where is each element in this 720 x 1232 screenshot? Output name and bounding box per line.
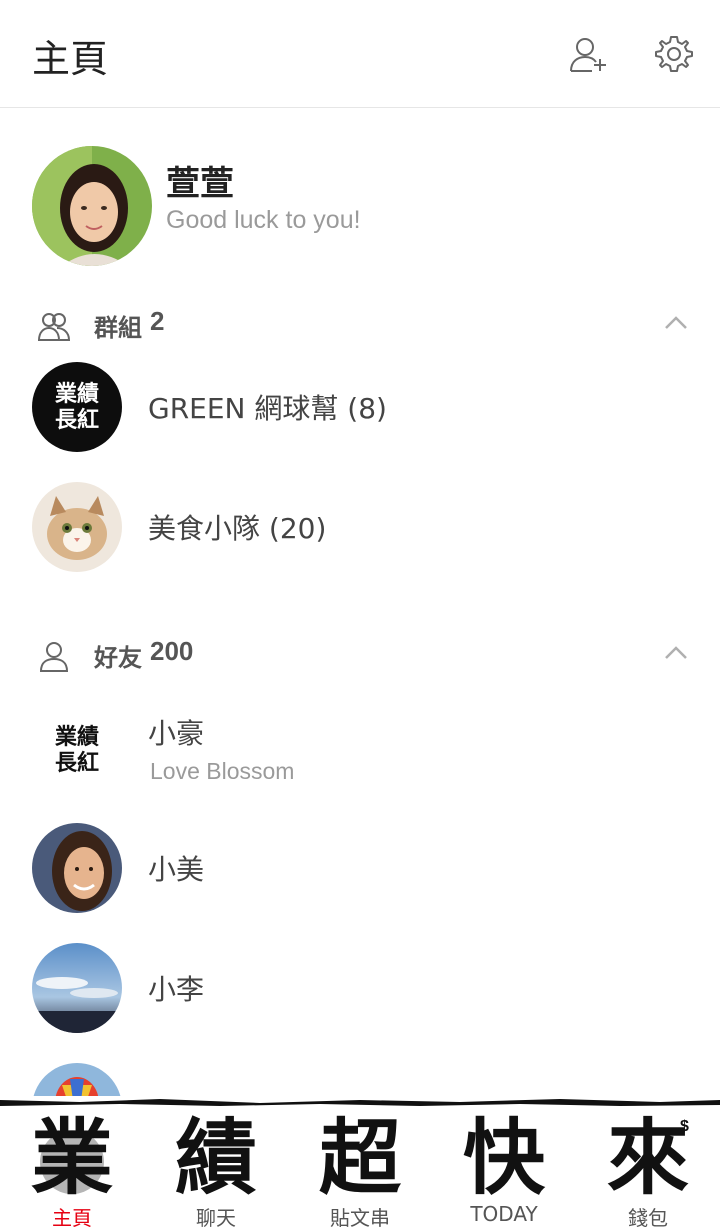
- friend-row[interactable]: 業績長紅 小豪 Love Blossom: [0, 700, 720, 800]
- profile-name: 萱萱: [166, 164, 234, 204]
- tab-today[interactable]: 快 TODAY: [432, 1106, 576, 1232]
- groups-count: 2: [150, 306, 165, 336]
- groups-label: 群組: [94, 314, 142, 342]
- friend-avatar: 業績長紅: [32, 705, 122, 795]
- gear-icon[interactable]: [654, 34, 694, 74]
- friends-label: 好友: [94, 644, 142, 672]
- group-name: GREEN 網球幫 (8): [148, 392, 387, 425]
- friend-name: 小美: [148, 853, 205, 886]
- groups-section-header[interactable]: 群組 2: [0, 300, 720, 350]
- profile-status: Good luck to you!: [166, 206, 361, 234]
- group-avatar: [32, 482, 122, 572]
- group-avatar-text: 業績長紅: [54, 381, 99, 433]
- tab-wallet-glyph: 來: [606, 1110, 689, 1206]
- top-header: 主頁: [0, 0, 720, 108]
- friend-row[interactable]: 小李: [0, 938, 720, 1038]
- group-row[interactable]: 業績長紅 GREEN 網球幫 (8): [0, 357, 720, 457]
- profile-avatar[interactable]: [32, 146, 152, 266]
- group-avatar: 業績長紅: [32, 362, 122, 452]
- my-profile[interactable]: 萱萱 Good luck to you!: [0, 140, 720, 270]
- tab-timeline-glyph: 超: [318, 1110, 401, 1206]
- tab-today-glyph: 快: [462, 1110, 545, 1206]
- chevron-up-icon[interactable]: [664, 314, 688, 330]
- bottom-tab-bar: 業 主頁 績 聊天 超 貼文串 快 TODAY 來 $ 錢包: [0, 1096, 720, 1232]
- tab-home[interactable]: 業 主頁: [0, 1106, 144, 1232]
- friend-name: 小豪: [148, 717, 205, 750]
- tab-home-glyph: 業: [30, 1110, 113, 1206]
- tab-today-label: TODAY: [470, 1202, 538, 1226]
- friend-avatar: [32, 943, 122, 1033]
- friend-avatar-text: 業績長紅: [54, 724, 99, 776]
- wallet-dollar-badge: $: [680, 1118, 689, 1135]
- friends-count: 200: [150, 636, 194, 666]
- friend-icon: [39, 642, 69, 672]
- group-icon: [37, 313, 71, 341]
- tab-chat-label: 聊天: [196, 1206, 236, 1230]
- tab-wallet[interactable]: 來 $ 錢包: [576, 1106, 720, 1232]
- friend-name: 小李: [148, 973, 205, 1006]
- add-friend-icon[interactable]: [568, 34, 608, 74]
- group-name: 美食小隊 (20): [148, 512, 327, 545]
- tab-timeline[interactable]: 超 貼文串: [288, 1106, 432, 1232]
- tab-home-label: 主頁: [52, 1206, 92, 1230]
- tab-wallet-label: 錢包: [628, 1206, 668, 1230]
- friends-section-header[interactable]: 好友 200: [0, 630, 720, 680]
- friend-avatar: [32, 823, 122, 913]
- tab-chat[interactable]: 績 聊天: [144, 1106, 288, 1232]
- tab-chat-glyph: 績: [174, 1110, 257, 1206]
- page-title: 主頁: [32, 37, 109, 81]
- friend-row[interactable]: 小美: [0, 818, 720, 918]
- friend-status: Love Blossom: [150, 758, 295, 784]
- group-row[interactable]: 美食小隊 (20): [0, 477, 720, 577]
- tab-timeline-label: 貼文串: [330, 1206, 390, 1230]
- chevron-up-icon[interactable]: [664, 644, 688, 660]
